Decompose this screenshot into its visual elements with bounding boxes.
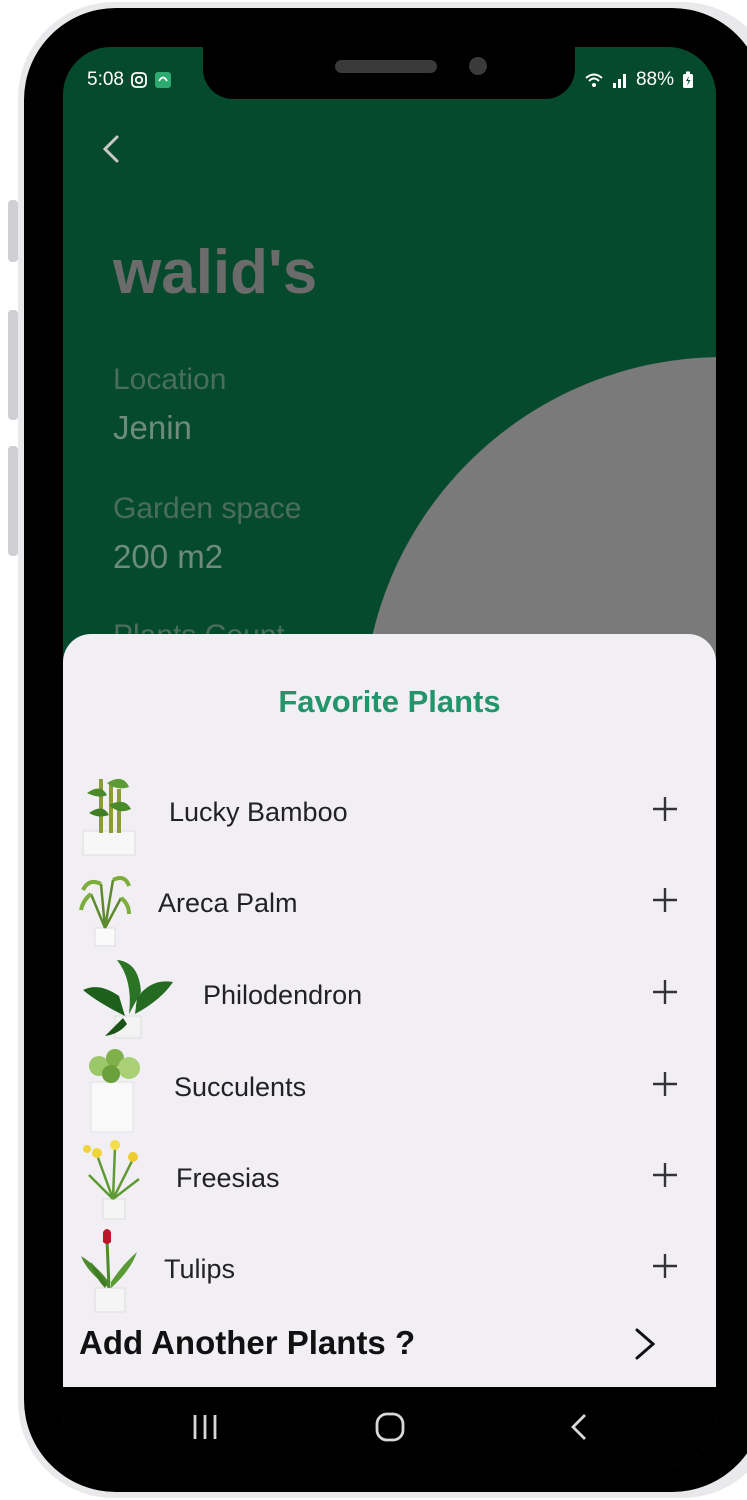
favorites-title: Favorite Plants [278,684,501,719]
plant-image [83,1140,140,1220]
plus-icon[interactable] [649,1068,681,1100]
plant-image [82,778,136,856]
navigation-bar [63,1387,716,1465]
favorites-sheet: Favorite Plants Lucky Bamboo Areca Palm … [63,634,716,1387]
plant-row: Lucky Bamboo [63,769,716,859]
side-button [8,310,18,420]
plus-icon[interactable] [649,884,681,916]
side-button [8,200,18,262]
side-button [8,446,18,556]
plant-name: Freesias [176,1163,280,1193]
back-icon[interactable] [558,1405,602,1449]
plant-name: Areca Palm [158,888,298,918]
plus-icon[interactable] [649,1159,681,1191]
battery-icon [683,71,693,88]
garden-space-label: Garden space [113,492,302,525]
plus-icon[interactable] [649,1250,681,1282]
plant-row: Philodendron [63,952,716,1042]
garden-space-value: 200 m2 [113,538,224,575]
app-notification-icon [154,72,171,88]
add-another-plants[interactable]: Add Another Plants ? [63,1316,716,1372]
battery-percent: 88% [635,69,674,90]
location-label: Location [113,363,227,396]
plant-row: Freesias [63,1135,716,1225]
camera-notch [203,47,575,99]
plus-icon[interactable] [649,976,681,1008]
plant-image [83,960,173,1039]
status-time: 5:08 [87,69,124,90]
plant-image [81,1229,137,1313]
plant-image [79,876,131,947]
app-screen: 5:08 88% walid's Location Jenin Garden s… [63,47,716,1465]
instagram-icon [131,72,147,88]
status-bar-right: 88% [584,69,694,91]
chevron-right-icon[interactable] [631,1324,659,1364]
location-value: Jenin [113,409,192,446]
home-icon[interactable] [368,1405,412,1449]
plant-row: Tulips [63,1226,716,1316]
plant-name: Tulips [164,1254,236,1284]
garden-name: walid's [113,238,318,307]
plant-name: Succulents [174,1072,307,1102]
recent-apps-icon[interactable] [183,1405,227,1449]
speaker [335,60,437,73]
front-camera [469,57,487,75]
plant-image [89,1049,140,1133]
back-arrow-icon[interactable] [93,129,133,169]
add-another-label: Add Another Plants ? [79,1324,416,1361]
wifi-icon [585,73,603,87]
signal-icon [612,74,626,88]
plant-row: Areca Palm [63,860,716,950]
plant-row: Succulents [63,1044,716,1134]
plus-icon[interactable] [649,793,681,825]
plant-name: Lucky Bamboo [169,797,348,827]
status-bar-left: 5:08 [87,69,172,91]
plant-name: Philodendron [203,980,363,1010]
